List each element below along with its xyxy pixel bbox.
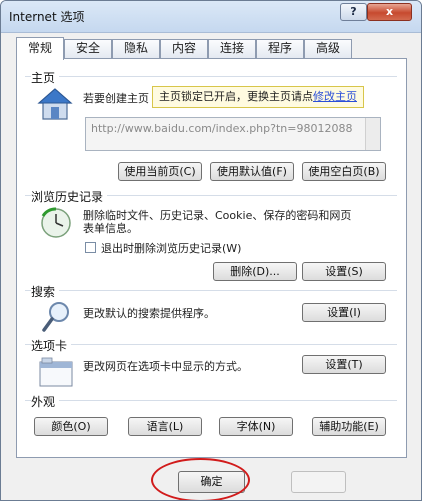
homepage-url: http://www.baidu.com/index.php?tn=980120… (91, 122, 353, 135)
tab-programs[interactable]: 程序 (256, 39, 304, 58)
homepage-url-field[interactable]: http://www.baidu.com/index.php?tn=980120… (85, 117, 381, 151)
close-icon: x (385, 5, 394, 18)
divider (25, 400, 397, 401)
tabs-window-icon (39, 357, 73, 390)
use-default-button[interactable]: 使用默认值(F) (210, 162, 294, 181)
history-clock-icon (39, 206, 73, 243)
history-title: 浏览历史记录 (31, 188, 108, 205)
tab-connections[interactable]: 连接 (208, 39, 256, 58)
search-description: 更改默认的搜索提供程序。 (83, 307, 215, 320)
faded-button[interactable] (291, 471, 346, 493)
accessibility-button[interactable]: 辅助功能(E) (312, 417, 386, 436)
tab-advanced[interactable]: 高级 (304, 39, 352, 58)
tabs-settings-button[interactable]: 设置(T) (302, 355, 386, 374)
title-bar[interactable]: Internet 选项 ? x (1, 1, 421, 33)
homepage-description: 若要创建主页 (83, 92, 149, 105)
homepage-title: 主页 (31, 69, 60, 86)
url-scrollbar[interactable] (365, 118, 380, 150)
window-title: Internet 选项 (9, 10, 85, 24)
appearance-title: 外观 (31, 393, 60, 410)
divider (25, 290, 397, 291)
general-panel: 主页 若要创建主页 主页锁定已开启，更换主页请点修改主页 http://www.… (16, 58, 407, 458)
tabs-title: 选项卡 (31, 337, 72, 354)
delete-on-exit-checkbox[interactable] (85, 242, 96, 253)
fonts-button[interactable]: 字体(N) (219, 417, 293, 436)
change-homepage-link[interactable]: 修改主页 (313, 90, 357, 103)
help-button[interactable]: ? (340, 3, 367, 21)
tab-general[interactable]: 常规 (16, 37, 64, 60)
history-settings-button[interactable]: 设置(S) (302, 262, 386, 281)
history-description-line2: 表单信息。 (83, 222, 138, 235)
magnifier-icon (41, 300, 73, 337)
divider (25, 344, 397, 345)
internet-options-window: Internet 选项 ? x 常规 安全 隐私 内容 连接 程序 高级 主页 … (0, 0, 422, 501)
tooltip-text: 主页锁定已开启，更换主页请点 (159, 90, 313, 103)
tab-privacy[interactable]: 隐私 (112, 39, 160, 58)
close-button[interactable]: x (367, 3, 412, 21)
house-icon (37, 87, 73, 124)
delete-on-exit-label: 退出时删除浏览历史记录(W) (101, 242, 242, 255)
search-title: 搜索 (31, 283, 60, 300)
highlight-ring (151, 458, 250, 500)
use-blank-button[interactable]: 使用空白页(B) (302, 162, 386, 181)
tabs-description: 更改网页在选项卡中显示的方式。 (83, 360, 248, 373)
languages-button[interactable]: 语言(L) (128, 417, 202, 436)
homepage-lock-tooltip: 主页锁定已开启，更换主页请点修改主页 (152, 86, 364, 108)
search-settings-button[interactable]: 设置(I) (302, 303, 386, 322)
dialog-footer: 确定 (1, 458, 421, 500)
tab-content[interactable]: 内容 (160, 39, 208, 58)
divider (25, 76, 397, 77)
colors-button[interactable]: 颜色(O) (34, 417, 108, 436)
help-icon: ? (350, 5, 357, 18)
delete-history-button[interactable]: 删除(D)... (213, 262, 297, 281)
use-current-button[interactable]: 使用当前页(C) (118, 162, 202, 181)
tab-security[interactable]: 安全 (64, 39, 112, 58)
